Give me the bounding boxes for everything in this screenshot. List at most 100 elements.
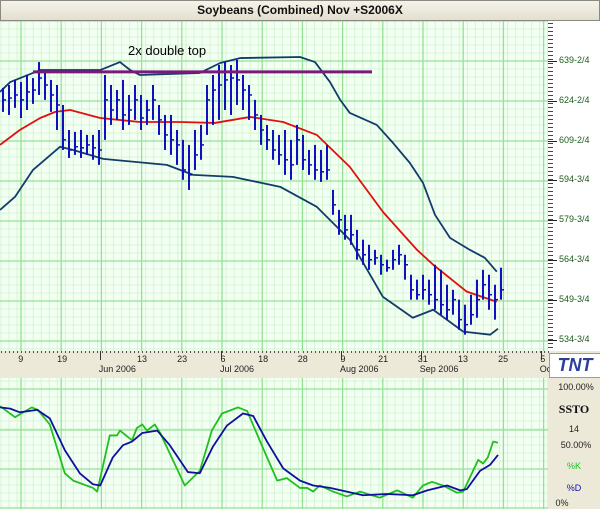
price-minor-tick [548,327,553,328]
date-minor-tick [230,351,232,353]
price-minor-tick [548,255,553,256]
price-minor-tick [548,235,553,236]
date-minor-tick [65,351,67,353]
price-minor-tick [548,243,553,244]
price-minor-tick [548,211,553,212]
chart-title: Soybeans (Combined) Nov +S2006X [0,0,600,21]
price-minor-tick [548,303,553,304]
date-minor-tick [306,351,308,353]
day-label: 31 [417,354,428,364]
date-minor-tick [185,351,187,353]
price-major-tick [548,61,557,62]
price-minor-tick [548,307,553,308]
date-minor-tick [487,351,489,353]
date-minor-tick [455,351,457,353]
price-minor-tick [548,127,553,128]
price-tick-label: 594-3/4 [559,174,590,185]
date-minor-tick [153,351,155,353]
date-minor-tick [238,351,240,353]
date-minor-tick [258,351,260,353]
date-minor-tick [73,351,75,353]
date-minor-tick [165,351,167,353]
price-minor-tick [548,203,553,204]
date-minor-tick [346,351,348,353]
date-minor-tick [503,351,505,353]
month-tick [221,351,222,360]
price-minor-tick [548,343,553,344]
stoch-tick-0: 0% [555,498,569,508]
date-minor-tick [523,351,525,353]
date-minor-tick [61,351,63,353]
date-minor-tick [266,351,268,353]
date-minor-tick [479,351,481,353]
price-minor-tick [548,279,553,280]
price-minor-tick [548,331,553,332]
stochastic-chart[interactable] [0,378,548,509]
date-minor-tick [278,351,280,353]
price-minor-tick [548,43,553,44]
date-minor-tick [234,351,236,353]
annotation-double-top: 2x double top [128,43,206,58]
price-minor-tick [548,191,553,192]
price-major-tick [548,260,557,262]
price-chart[interactable]: 2x double top [0,21,548,351]
price-minor-tick [548,183,553,184]
date-minor-tick [250,351,252,353]
date-minor-tick [274,351,276,353]
price-minor-tick [548,315,553,316]
date-minor-tick [431,351,433,353]
price-major-tick [548,300,557,302]
month-tick [99,351,101,360]
price-minor-tick [548,39,553,40]
date-minor-tick [45,351,47,353]
date-minor-tick [535,351,537,353]
price-tick-label: 609-2/4 [559,134,590,145]
date-minor-tick [161,351,163,353]
stoch-period: 14 [568,424,579,434]
price-minor-tick [548,95,553,96]
date-minor-tick [189,351,191,353]
price-tick-label: 624-2/4 [559,94,590,105]
month-tick [540,351,542,360]
date-minor-tick [483,351,485,353]
price-minor-tick [548,207,553,208]
price-minor-tick [548,291,553,292]
date-minor-tick [13,351,15,353]
stoch-tick-100: 100.00% [558,382,594,392]
price-axis: 639-2/4 624-2/4 609-2/4 594-3/4 579-3/4 564-3… [548,21,600,351]
date-minor-tick [467,351,469,353]
date-minor-tick [53,351,55,353]
date-minor-tick [326,351,328,353]
date-minor-tick [358,351,360,353]
date-minor-tick [282,351,284,353]
date-minor-tick [342,351,344,353]
date-minor-tick [85,351,87,353]
date-minor-tick [427,351,429,353]
price-minor-tick [548,323,553,324]
price-minor-tick [548,215,553,216]
date-minor-tick [121,351,123,353]
date-minor-tick [463,351,465,353]
date-minor-tick [302,351,304,353]
stoch-tick-50: 50.00% [560,440,592,450]
price-minor-tick [548,267,553,268]
price-minor-tick [548,247,553,248]
price-major-tick [548,220,557,222]
price-minor-tick [548,139,553,140]
day-label: 19 [57,354,68,364]
price-major-tick [548,100,557,102]
price-minor-tick [548,155,553,156]
date-minor-tick [37,351,39,353]
date-minor-tick [519,351,521,353]
date-minor-tick [117,351,119,353]
day-label: 5 [540,354,546,364]
date-minor-tick [218,351,220,353]
date-minor-tick [318,351,320,353]
date-minor-tick [133,351,135,353]
price-minor-tick [548,251,553,252]
date-minor-tick [491,351,493,353]
date-minor-tick [330,351,332,353]
date-minor-tick [105,351,107,353]
date-minor-tick [407,351,409,353]
date-minor-tick [29,351,31,353]
